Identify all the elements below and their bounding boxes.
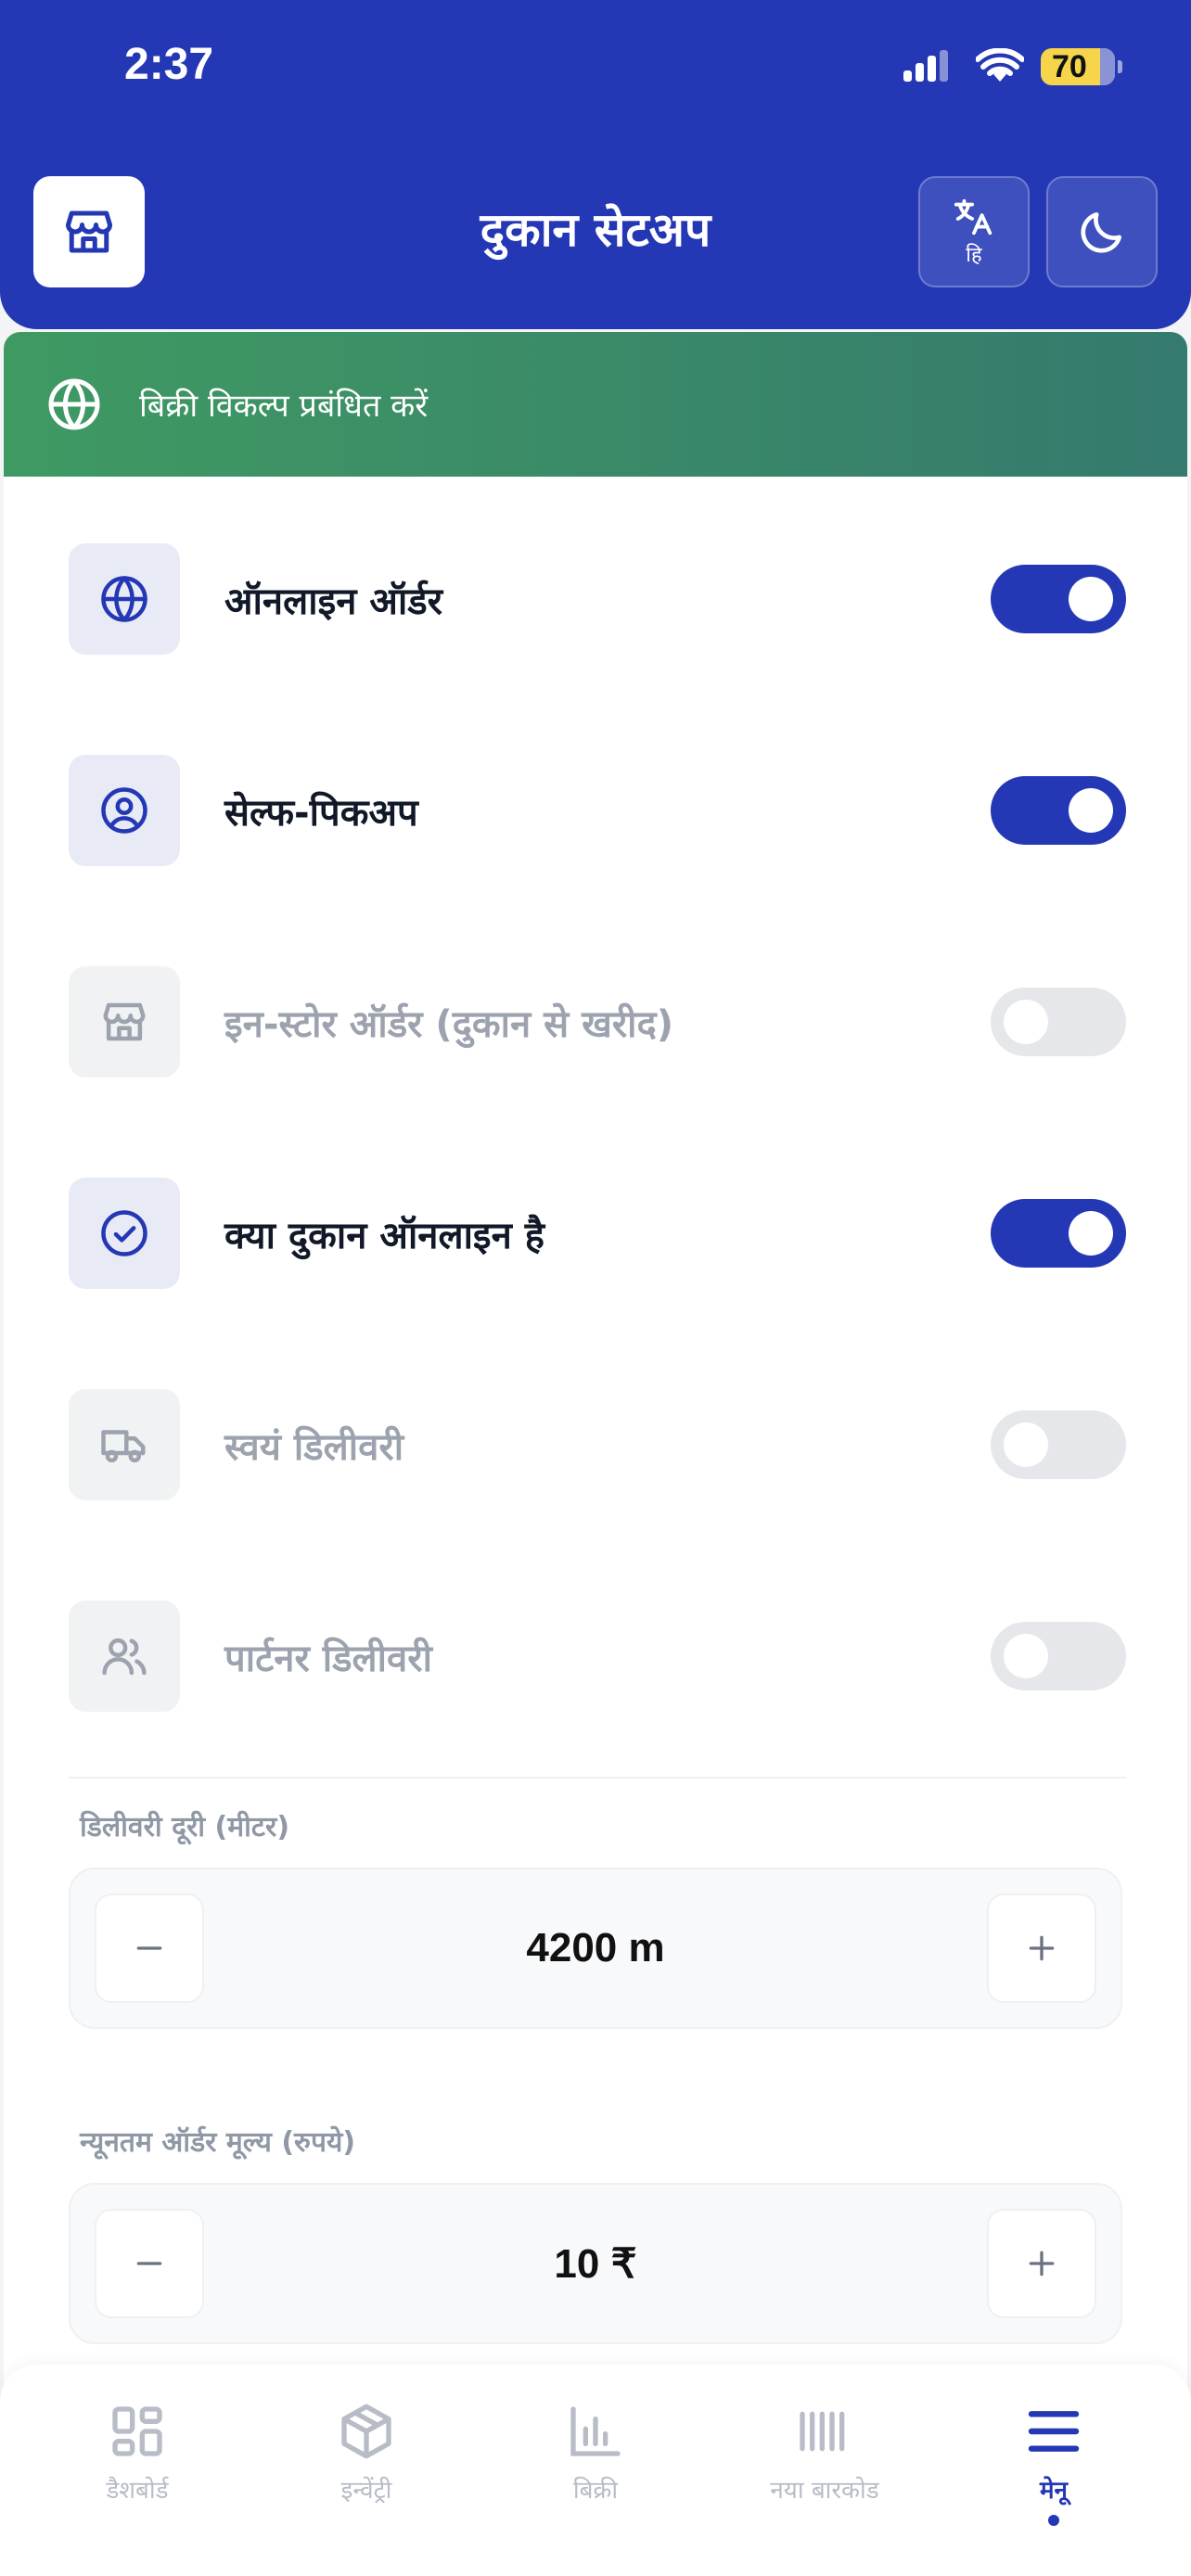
minus-icon	[136, 1946, 162, 1950]
bottom-navigation: डैशबोर्ड इन्वेंट्री बिक्री नया बारकोड मे…	[0, 2365, 1191, 2576]
option-label: क्या दुकान ऑनलाइन है	[224, 1214, 544, 1257]
increment-button[interactable]	[986, 2209, 1096, 2318]
decrement-button[interactable]	[95, 1894, 204, 2003]
bar-chart-icon	[570, 2406, 621, 2456]
option-label: पार्टनर डिलीवरी	[224, 1637, 432, 1680]
barcode-icon	[800, 2411, 845, 2452]
store-online-toggle[interactable]	[991, 1199, 1126, 1268]
app-header: 2:37 70 दुकान सेटअप हि	[0, 0, 1191, 329]
option-self-pickup: सेल्फ-पिकअप	[69, 755, 1126, 866]
wifi-icon	[976, 48, 1024, 82]
language-code: हि	[966, 244, 982, 267]
language-button[interactable]: हि	[918, 176, 1030, 287]
increment-button[interactable]	[986, 1894, 1096, 2003]
nav-item-new-barcode[interactable]: नया बारकोड	[723, 2402, 927, 2541]
partner-delivery-toggle[interactable]	[991, 1622, 1126, 1690]
option-icon-box	[69, 543, 180, 655]
option-icon-box	[69, 755, 180, 866]
option-label: सेल्फ-पिकअप	[224, 791, 418, 835]
nav-item-inventory[interactable]: इन्वेंट्री	[264, 2402, 468, 2541]
user-circle-icon	[101, 787, 147, 834]
store-icon	[103, 1002, 146, 1041]
moon-icon	[1081, 212, 1121, 253]
dashboard-icon	[112, 2406, 162, 2456]
option-label: ऑनलाइन ऑर्डर	[224, 580, 443, 623]
status-time: 2:37	[124, 40, 214, 89]
option-in-store-orders: इन-स्टोर ऑर्डर (दुकान से खरीद)	[69, 966, 1126, 1078]
users-icon	[102, 1638, 147, 1676]
decrement-button[interactable]	[95, 2209, 204, 2318]
translate-icon	[954, 198, 992, 236]
in-store-orders-toggle[interactable]	[991, 988, 1126, 1056]
menu-icon	[1028, 2411, 1080, 2452]
nav-label: बिक्री	[572, 2477, 619, 2505]
nav-item-sales[interactable]: बिक्री	[493, 2402, 698, 2541]
option-icon-box	[69, 1600, 180, 1712]
delivery-distance-stepper: 4200 m	[69, 1868, 1122, 2029]
sales-options-card: बिक्री विकल्प प्रबंधित करें ऑनलाइन ऑर्डर…	[4, 332, 1187, 2576]
check-circle-icon	[101, 1210, 147, 1256]
option-self-delivery: स्वयं डिलीवरी	[69, 1389, 1126, 1500]
self-pickup-toggle[interactable]	[991, 776, 1126, 845]
battery-level: 70	[1052, 48, 1087, 84]
option-icon-box	[69, 966, 180, 1078]
section-divider	[69, 1777, 1126, 1779]
delivery-distance-value: 4200 m	[526, 1925, 665, 1970]
nav-item-menu[interactable]: मेनू	[952, 2402, 1156, 2541]
online-orders-toggle[interactable]	[991, 565, 1126, 633]
option-icon-box	[69, 1389, 180, 1500]
self-delivery-toggle[interactable]	[991, 1410, 1126, 1479]
nav-label: इन्वेंट्री	[340, 2477, 392, 2505]
min-order-value: 10 ₹	[554, 2240, 637, 2287]
option-partner-delivery: पार्टनर डिलीवरी	[69, 1600, 1126, 1712]
plus-icon	[1029, 2251, 1055, 2276]
banner-title: बिक्री विकल्प प्रबंधित करें	[139, 388, 429, 425]
truck-icon	[101, 1430, 146, 1463]
signal-icon	[903, 50, 948, 82]
min-order-stepper: 10 ₹	[69, 2183, 1122, 2344]
globe-icon	[48, 378, 100, 430]
min-order-label: न्यूनतम ऑर्डर मूल्य (रुपये)	[80, 2126, 356, 2159]
status-indicators: 70	[903, 45, 1122, 89]
option-store-online: क्या दुकान ऑनलाइन है	[69, 1178, 1126, 1289]
option-label: स्वयं डिलीवरी	[224, 1425, 404, 1469]
section-banner: बिक्री विकल्प प्रबंधित करें	[4, 332, 1187, 477]
option-label: इन-स्टोर ऑर्डर (दुकान से खरीद)	[224, 1002, 674, 1046]
nav-item-dashboard[interactable]: डैशबोर्ड	[35, 2402, 239, 2541]
box-icon	[341, 2404, 391, 2459]
globe-icon	[101, 576, 147, 622]
nav-label: नया बारकोड	[770, 2477, 879, 2505]
option-icon-box	[69, 1178, 180, 1289]
theme-toggle-button[interactable]	[1046, 176, 1158, 287]
delivery-distance-label: डिलीवरी दूरी (मीटर)	[80, 1811, 290, 1843]
option-online-orders: ऑनलाइन ऑर्डर	[69, 543, 1126, 655]
battery-indicator: 70	[1041, 48, 1122, 85]
minus-icon	[136, 2262, 162, 2265]
active-indicator-dot	[1048, 2515, 1059, 2526]
nav-label: मेनू	[1040, 2477, 1068, 2505]
nav-label: डैशबोर्ड	[106, 2477, 169, 2505]
plus-icon	[1029, 1935, 1055, 1961]
